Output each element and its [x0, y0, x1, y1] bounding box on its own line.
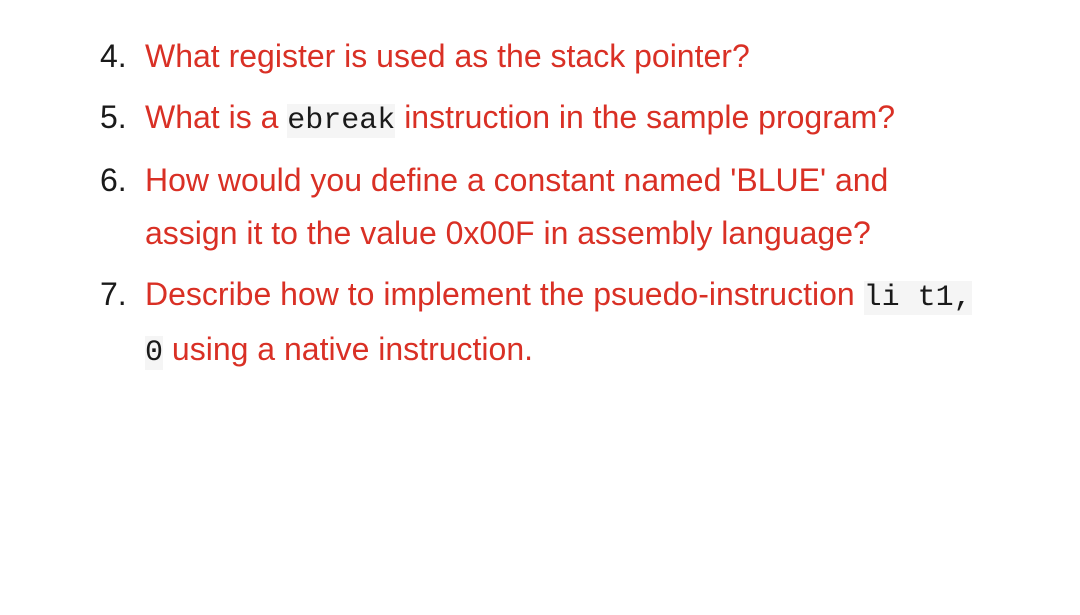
- question-list: What register is used as the stack point…: [100, 30, 980, 379]
- question-item-4: What register is used as the stack point…: [100, 30, 980, 83]
- question-text: What register is used as the stack point…: [145, 38, 750, 74]
- question-text: How would you define a constant named 'B…: [145, 162, 888, 251]
- question-item-5: What is a ebreak instruction in the samp…: [100, 91, 980, 147]
- question-text-part2: using a native instruction.: [163, 331, 533, 367]
- question-text-part1: What is a: [145, 99, 287, 135]
- code-snippet: ebreak: [287, 104, 395, 138]
- question-text-part2: instruction in the sample program?: [395, 99, 895, 135]
- question-item-6: How would you define a constant named 'B…: [100, 154, 980, 260]
- question-text-part1: Describe how to implement the psuedo-ins…: [145, 276, 864, 312]
- question-item-7: Describe how to implement the psuedo-ins…: [100, 268, 980, 379]
